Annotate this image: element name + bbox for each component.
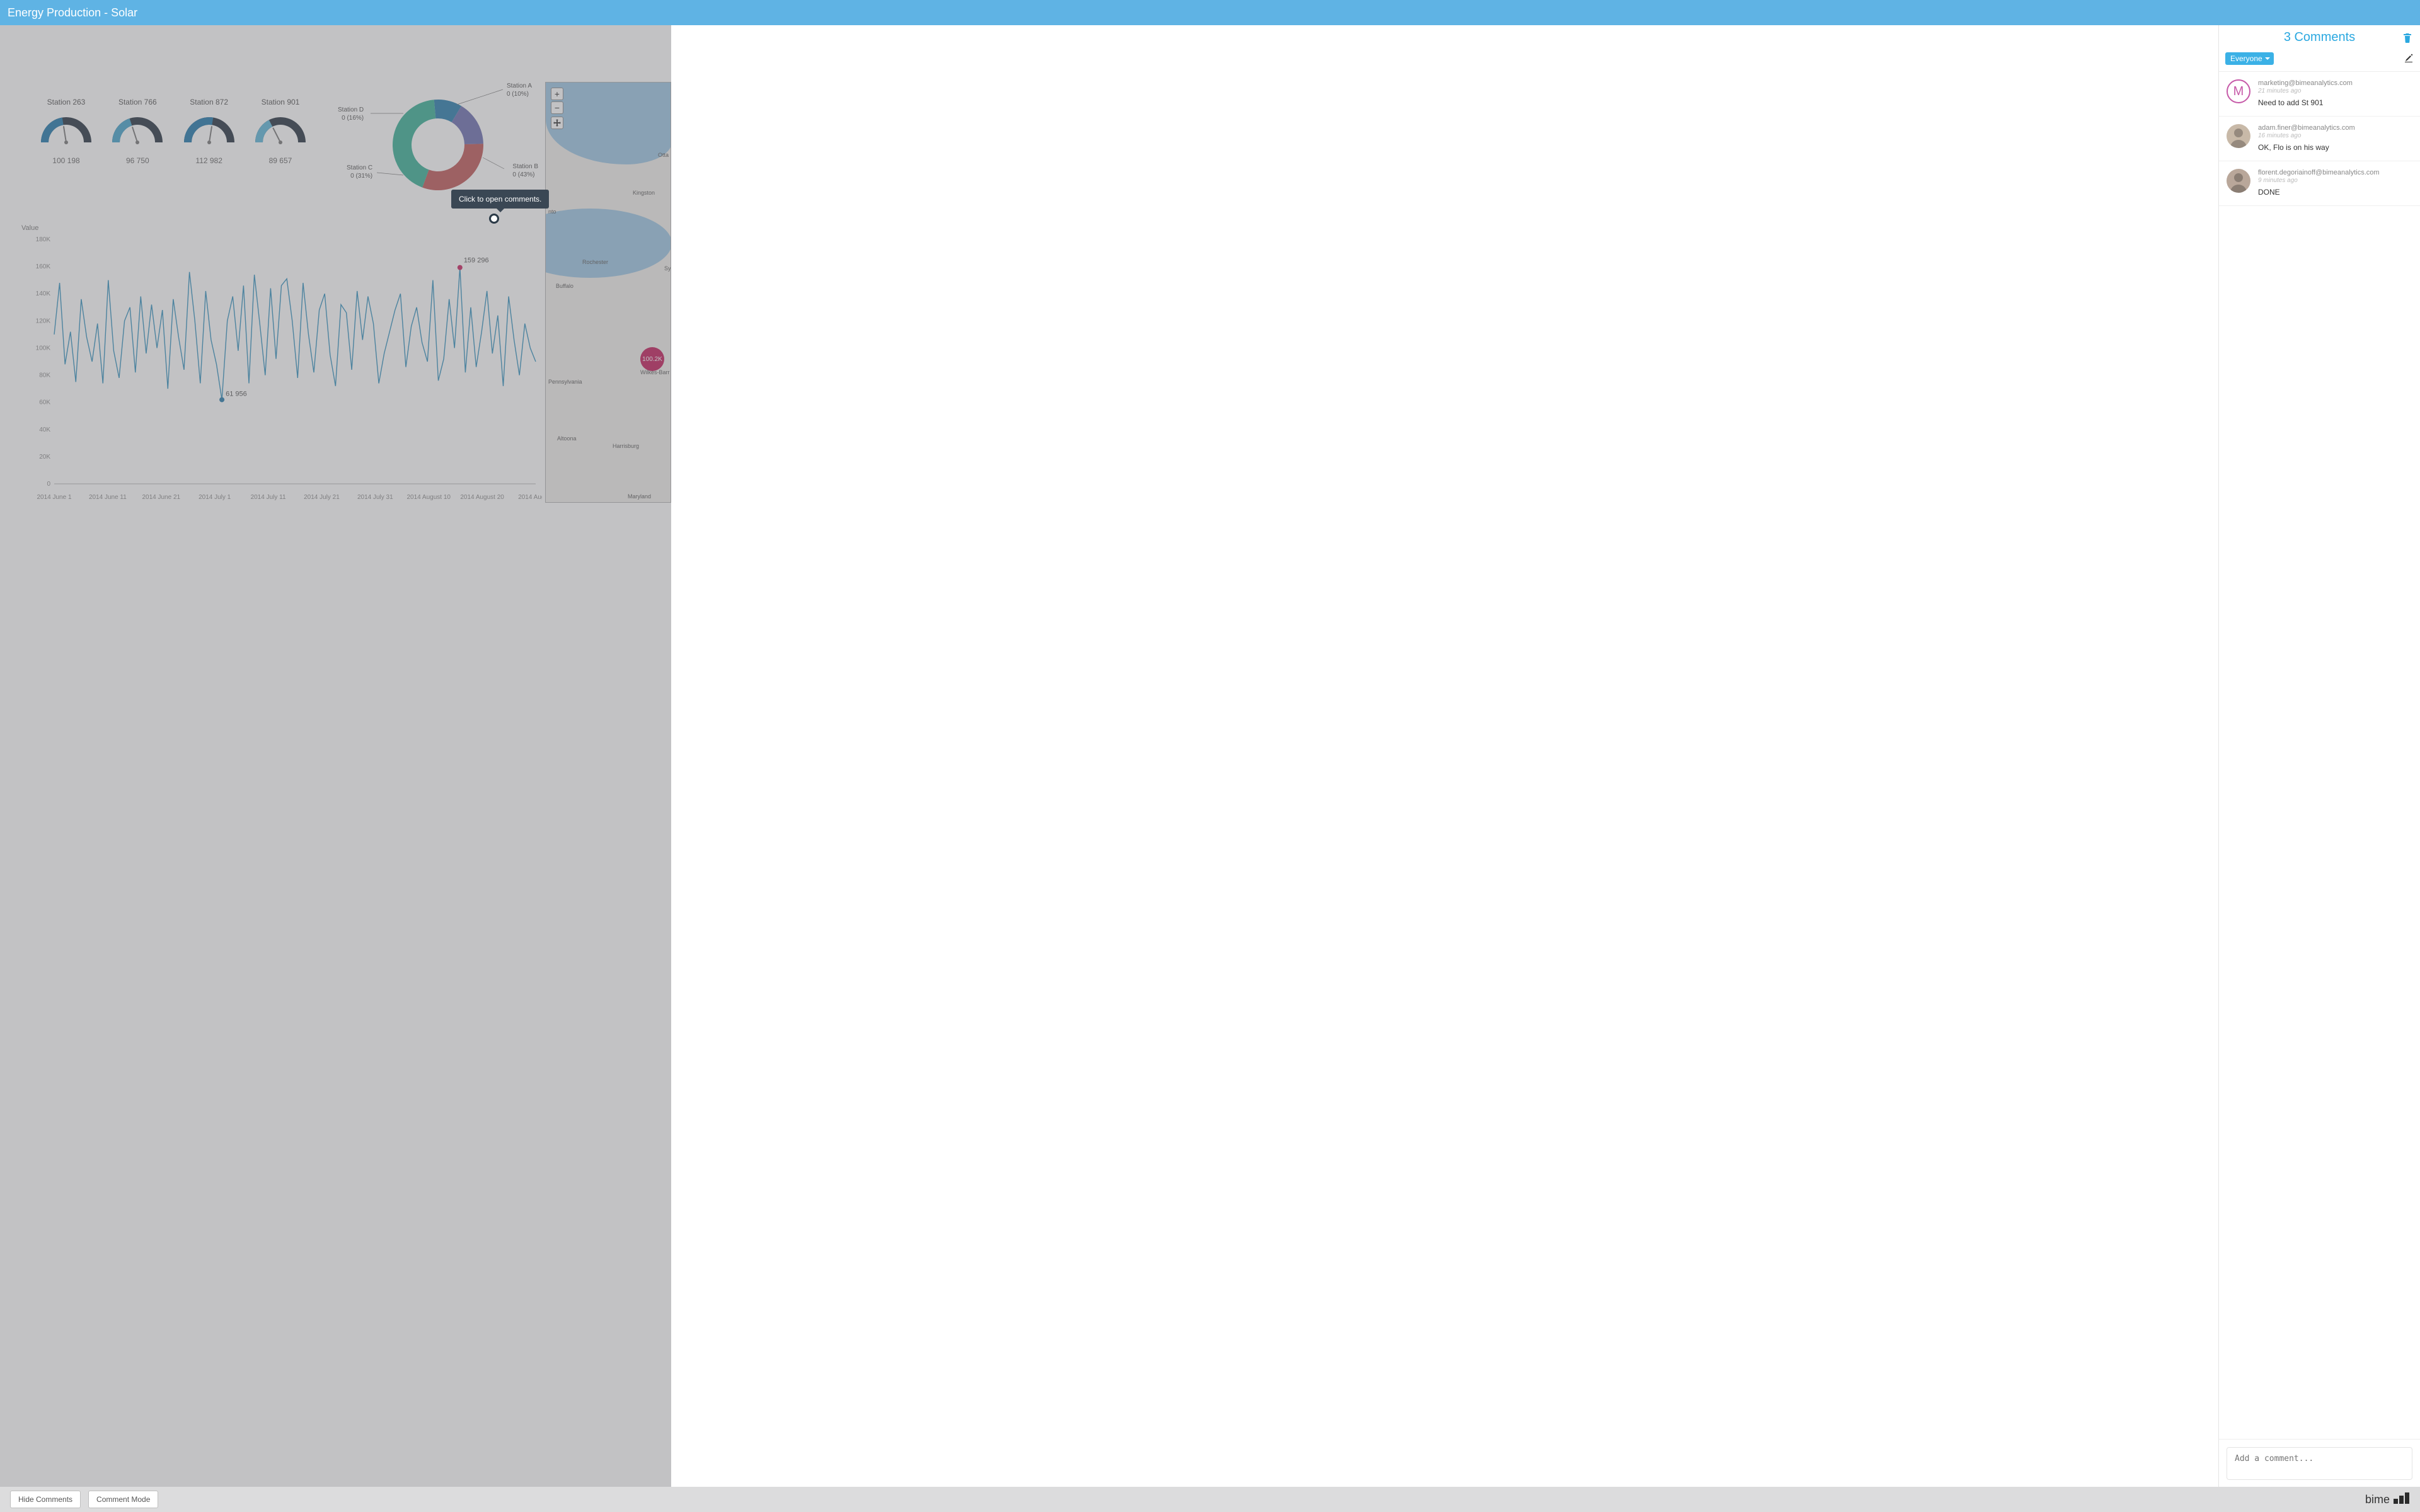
comments-filter-dropdown[interactable]: Everyone — [2225, 52, 2274, 65]
comment-tooltip: Click to open comments. — [451, 190, 549, 209]
brand-bars-icon — [2394, 1492, 2410, 1507]
comment-text: Need to add St 901 — [2258, 98, 2412, 107]
comment-author: adam.finer@bimeanalytics.com — [2258, 124, 2412, 132]
top-bar: Energy Production - Solar — [0, 0, 2420, 25]
bottom-toolbar: Hide Comments Comment Mode bime — [0, 1487, 2420, 1512]
brand-logo: bime — [2365, 1492, 2410, 1507]
comments-list: Mmarketing@bimeanalytics.com21 minutes a… — [2219, 72, 2420, 1439]
comment-input[interactable] — [2227, 1447, 2412, 1480]
comment-time: 21 minutes ago — [2258, 88, 2412, 94]
comment-author: florent.degoriainoff@bimeanalytics.com — [2258, 169, 2412, 176]
hide-comments-button[interactable]: Hide Comments — [10, 1491, 81, 1508]
comment-item[interactable]: adam.finer@bimeanalytics.com16 minutes a… — [2219, 117, 2420, 161]
avatar: M — [2227, 79, 2250, 103]
comment-time: 9 minutes ago — [2258, 177, 2412, 184]
comment-text: DONE — [2258, 188, 2412, 197]
comment-text: OK, Flo is on his way — [2258, 143, 2412, 152]
trash-icon[interactable] — [2402, 33, 2412, 45]
page-title: Energy Production - Solar — [8, 6, 137, 20]
dashboard-dim-overlay — [0, 25, 671, 1487]
comment-item[interactable]: Mmarketing@bimeanalytics.com21 minutes a… — [2219, 72, 2420, 117]
comment-mode-button[interactable]: Comment Mode — [88, 1491, 158, 1508]
comment-marker[interactable] — [489, 214, 499, 224]
comment-author: marketing@bimeanalytics.com — [2258, 79, 2412, 87]
avatar — [2227, 169, 2250, 193]
highlighter-icon[interactable] — [2404, 53, 2414, 65]
comments-title: 3 Comments — [2284, 30, 2355, 45]
comment-time: 16 minutes ago — [2258, 132, 2412, 139]
avatar — [2227, 124, 2250, 148]
comment-item[interactable]: florent.degoriainoff@bimeanalytics.com9 … — [2219, 161, 2420, 206]
comments-panel: 3 Comments Everyone Mmarketing@bimeanaly… — [2218, 25, 2420, 1512]
